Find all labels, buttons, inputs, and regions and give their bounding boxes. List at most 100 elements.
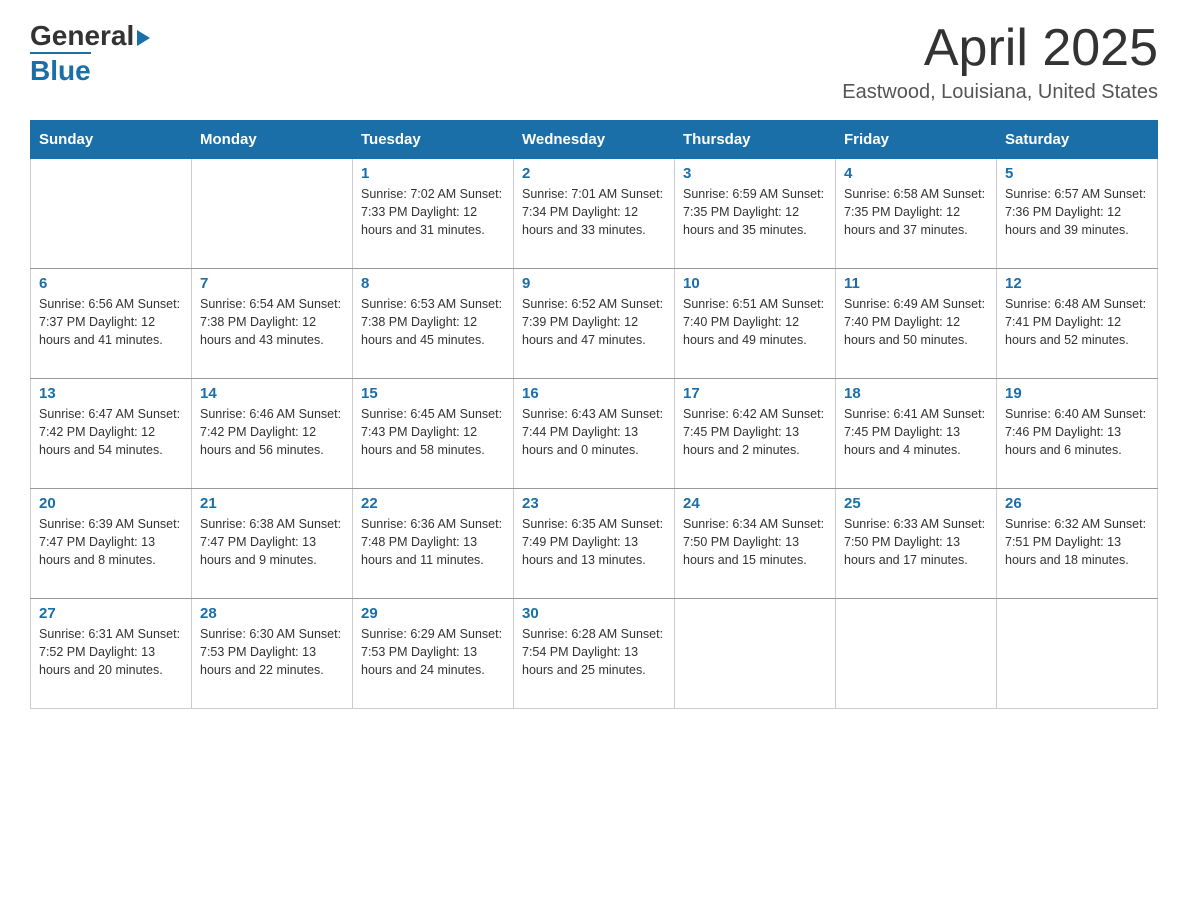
day-info: Sunrise: 6:36 AM Sunset: 7:48 PM Dayligh… [361,515,505,569]
calendar-week-1: 1Sunrise: 7:02 AM Sunset: 7:33 PM Daylig… [31,159,1158,269]
calendar-header-row: SundayMondayTuesdayWednesdayThursdayFrid… [31,121,1158,159]
calendar-cell: 4Sunrise: 6:58 AM Sunset: 7:35 PM Daylig… [836,159,997,269]
day-info: Sunrise: 6:28 AM Sunset: 7:54 PM Dayligh… [522,625,666,679]
day-number: 29 [361,605,505,622]
calendar-cell: 28 Sunrise: 6:30 AM Sunset: 7:53 PM Dayli… [192,599,353,709]
day-number: 26 [1005,495,1149,512]
day-number: 7 [200,275,344,292]
day-info: Sunrise: 6:46 AM Sunset: 7:42 PM Dayligh… [200,405,344,459]
day-info: Sunrise: 6:39 AM Sunset: 7:47 PM Dayligh… [39,515,183,569]
day-number: 5 [1005,165,1149,182]
calendar-cell: 17 Sunrise: 6:42 AM Sunset: 7:45 PM Dayli… [675,379,836,489]
day-number: 24 [683,495,827,512]
calendar-cell: 5Sunrise: 6:57 AM Sunset: 7:36 PM Daylig… [997,159,1158,269]
column-header-wednesday: Wednesday [514,121,675,159]
calendar-cell: 25 Sunrise: 6:33 AM Sunset: 7:50 PM Dayli… [836,489,997,599]
day-number: 28 [200,605,344,622]
calendar-cell: 11 Sunrise: 6:49 AM Sunset: 7:40 PM Dayli… [836,269,997,379]
calendar-week-2: 6 Sunrise: 6:56 AM Sunset: 7:37 PM Daylig… [31,269,1158,379]
calendar-week-3: 13 Sunrise: 6:47 AM Sunset: 7:42 PM Dayli… [31,379,1158,489]
calendar-cell: 1Sunrise: 7:02 AM Sunset: 7:33 PM Daylig… [353,159,514,269]
day-number: 25 [844,495,988,512]
day-number: 3 [683,165,827,182]
calendar-cell: 30 Sunrise: 6:28 AM Sunset: 7:54 PM Dayli… [514,599,675,709]
day-info: Sunrise: 6:32 AM Sunset: 7:51 PM Dayligh… [1005,515,1149,569]
calendar-cell: 21 Sunrise: 6:38 AM Sunset: 7:47 PM Dayli… [192,489,353,599]
day-info: Sunrise: 6:41 AM Sunset: 7:45 PM Dayligh… [844,405,988,459]
column-header-friday: Friday [836,121,997,159]
day-number: 21 [200,495,344,512]
column-header-thursday: Thursday [675,121,836,159]
calendar-cell: 15Sunrise: 6:45 AM Sunset: 7:43 PM Dayli… [353,379,514,489]
logo: General Blue [30,20,150,87]
calendar-cell: 13 Sunrise: 6:47 AM Sunset: 7:42 PM Dayli… [31,379,192,489]
calendar-cell: 29 Sunrise: 6:29 AM Sunset: 7:53 PM Dayli… [353,599,514,709]
day-number: 19 [1005,385,1149,402]
day-number: 9 [522,275,666,292]
day-info: Sunrise: 6:40 AM Sunset: 7:46 PM Dayligh… [1005,405,1149,459]
calendar-cell [997,599,1158,709]
page-header: General Blue April 2025 Eastwood, Louisi… [30,20,1158,104]
calendar-cell: 3 Sunrise: 6:59 AM Sunset: 7:35 PM Daylig… [675,159,836,269]
calendar-cell: 19 Sunrise: 6:40 AM Sunset: 7:46 PM Dayli… [997,379,1158,489]
calendar-cell: 9Sunrise: 6:52 AM Sunset: 7:39 PM Daylig… [514,269,675,379]
day-number: 20 [39,495,183,512]
logo-arrow-icon [137,30,150,46]
calendar-cell [836,599,997,709]
day-info: Sunrise: 6:53 AM Sunset: 7:38 PM Dayligh… [361,295,505,349]
day-number: 15 [361,385,505,402]
day-info: Sunrise: 6:38 AM Sunset: 7:47 PM Dayligh… [200,515,344,569]
day-number: 17 [683,385,827,402]
day-info: Sunrise: 6:34 AM Sunset: 7:50 PM Dayligh… [683,515,827,569]
location-subtitle: Eastwood, Louisiana, United States [842,81,1158,104]
calendar-cell: 24 Sunrise: 6:34 AM Sunset: 7:50 PM Dayli… [675,489,836,599]
day-info: Sunrise: 6:29 AM Sunset: 7:53 PM Dayligh… [361,625,505,679]
calendar-table: SundayMondayTuesdayWednesdayThursdayFrid… [30,120,1158,709]
calendar-cell: 27 Sunrise: 6:31 AM Sunset: 7:52 PM Dayli… [31,599,192,709]
calendar-cell: 8 Sunrise: 6:53 AM Sunset: 7:38 PM Daylig… [353,269,514,379]
day-info: Sunrise: 6:42 AM Sunset: 7:45 PM Dayligh… [683,405,827,459]
calendar-cell: 10 Sunrise: 6:51 AM Sunset: 7:40 PM Dayli… [675,269,836,379]
day-number: 13 [39,385,183,402]
calendar-cell: 12 Sunrise: 6:48 AM Sunset: 7:41 PM Dayli… [997,269,1158,379]
logo-blue: Blue [30,52,91,87]
day-info: Sunrise: 6:56 AM Sunset: 7:37 PM Dayligh… [39,295,183,349]
day-info: Sunrise: 6:31 AM Sunset: 7:52 PM Dayligh… [39,625,183,679]
logo-general: General [30,20,134,52]
day-number: 14 [200,385,344,402]
title-block: April 2025 Eastwood, Louisiana, United S… [842,20,1158,104]
day-number: 22 [361,495,505,512]
calendar-cell: 20 Sunrise: 6:39 AM Sunset: 7:47 PM Dayli… [31,489,192,599]
column-header-monday: Monday [192,121,353,159]
day-info: Sunrise: 6:54 AM Sunset: 7:38 PM Dayligh… [200,295,344,349]
day-number: 6 [39,275,183,292]
calendar-cell [31,159,192,269]
day-info: Sunrise: 6:47 AM Sunset: 7:42 PM Dayligh… [39,405,183,459]
day-number: 16 [522,385,666,402]
day-info: Sunrise: 6:33 AM Sunset: 7:50 PM Dayligh… [844,515,988,569]
calendar-cell: 26 Sunrise: 6:32 AM Sunset: 7:51 PM Dayli… [997,489,1158,599]
day-info: Sunrise: 6:51 AM Sunset: 7:40 PM Dayligh… [683,295,827,349]
day-number: 10 [683,275,827,292]
day-number: 8 [361,275,505,292]
day-info: Sunrise: 6:49 AM Sunset: 7:40 PM Dayligh… [844,295,988,349]
calendar-cell: 16 Sunrise: 6:43 AM Sunset: 7:44 PM Dayli… [514,379,675,489]
day-info: Sunrise: 6:43 AM Sunset: 7:44 PM Dayligh… [522,405,666,459]
calendar-cell: 14 Sunrise: 6:46 AM Sunset: 7:42 PM Dayli… [192,379,353,489]
day-info: Sunrise: 6:30 AM Sunset: 7:53 PM Dayligh… [200,625,344,679]
day-number: 11 [844,275,988,292]
day-number: 12 [1005,275,1149,292]
day-info: Sunrise: 6:48 AM Sunset: 7:41 PM Dayligh… [1005,295,1149,349]
calendar-cell: 18 Sunrise: 6:41 AM Sunset: 7:45 PM Dayli… [836,379,997,489]
day-info: Sunrise: 6:58 AM Sunset: 7:35 PM Dayligh… [844,185,988,239]
day-number: 30 [522,605,666,622]
day-number: 18 [844,385,988,402]
calendar-cell: 7 Sunrise: 6:54 AM Sunset: 7:38 PM Daylig… [192,269,353,379]
day-number: 23 [522,495,666,512]
day-number: 27 [39,605,183,622]
day-number: 2 [522,165,666,182]
calendar-cell [192,159,353,269]
calendar-week-4: 20 Sunrise: 6:39 AM Sunset: 7:47 PM Dayli… [31,489,1158,599]
day-info: Sunrise: 6:59 AM Sunset: 7:35 PM Dayligh… [683,185,827,239]
day-number: 1 [361,165,505,182]
